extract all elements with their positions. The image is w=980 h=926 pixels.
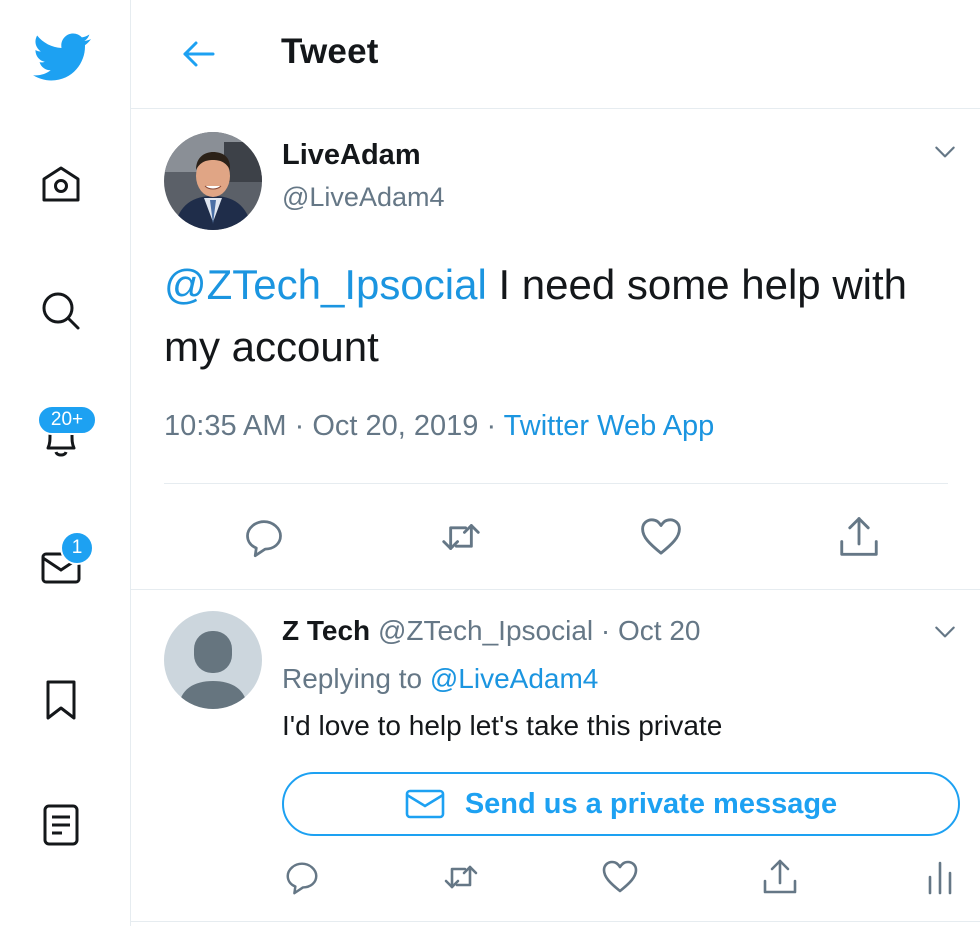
reply-retweet-button[interactable] [436,852,486,902]
nav-lists[interactable] [32,795,90,853]
reply-author-name[interactable]: Z Tech [282,615,370,646]
reply-header: Z Tech @ZTech_Ipsocial · Oct 20 [282,615,701,647]
retweet-button[interactable] [436,512,486,562]
tweet-options-button[interactable] [927,134,963,170]
author-display-name[interactable]: LiveAdam [282,139,421,172]
divider [131,921,980,922]
tweet-source-link[interactable]: Twitter Web App [504,410,715,442]
home-icon [42,166,80,202]
tweet-date[interactable]: Oct 20, 2019 [312,410,478,442]
mail-icon [405,789,445,819]
author-handle[interactable]: @LiveAdam4 [282,182,445,213]
back-button[interactable] [177,32,221,76]
meta-dot: · [294,410,305,442]
chevron-down-icon [935,146,955,158]
notifications-badge: 20+ [37,405,97,435]
heart-icon [641,518,681,555]
reply-like-button[interactable] [595,852,645,902]
bookmark-icon [46,680,76,720]
list-icon [43,804,79,846]
default-avatar-icon [164,611,262,709]
share-icon [763,859,797,894]
messages-badge: 1 [60,531,94,565]
reply-text: I'd love to help let's take this private [282,710,723,741]
reply-share-button[interactable] [755,852,805,902]
heart-icon [602,860,638,893]
reply-date[interactable]: Oct 20 [618,615,700,646]
like-button[interactable] [636,512,686,562]
nav-bookmarks[interactable] [32,670,90,728]
main-column: Tweet LiveAdam @LiveAdam4 @ZTech_Ipsocia… [131,0,980,926]
share-button[interactable] [834,512,884,562]
mention-link[interactable]: @ZTech_Ipsocial [164,261,487,308]
reply-analytics-button[interactable] [915,852,965,902]
send-private-message-button[interactable]: Send us a private message [282,772,960,836]
replying-to: Replying to @LiveAdam4 [282,663,598,695]
arrow-left-icon [183,41,215,67]
analytics-icon [928,861,952,895]
nav-explore[interactable] [32,282,90,340]
reply-author-handle[interactable]: @ZTech_Ipsocial [378,615,593,646]
reply-icon [286,862,318,895]
avatar-liveadam[interactable] [164,132,262,230]
meta-dot: · [486,410,497,442]
page-header: Tweet [131,0,980,109]
retweet-icon [444,865,478,889]
tweet-time[interactable]: 10:35 AM [164,410,287,442]
replying-to-handle[interactable]: @LiveAdam4 [430,663,599,694]
search-icon [42,292,80,330]
meta-dot: · [600,615,611,646]
tweet-metadata: 10:35 AM · Oct 20, 2019 · Twitter Web Ap… [164,410,714,443]
sidebar-nav: 20+ 1 [0,0,131,926]
chevron-down-icon [935,626,955,638]
nav-home[interactable] [32,156,90,214]
reply-reply-button[interactable] [277,852,327,902]
reply-options-button[interactable] [927,614,963,650]
share-icon [840,517,878,556]
reply-button[interactable] [239,512,289,562]
replying-to-label: Replying to [282,663,430,694]
tweet-text: @ZTech_Ipsocial I need some help with my… [164,254,944,378]
reply-icon [246,520,282,558]
retweet-icon [442,524,480,550]
page-title: Tweet [281,32,379,71]
send-private-message-label: Send us a private message [464,787,838,820]
avatar-ztech[interactable] [164,611,262,709]
divider [164,483,948,484]
twitter-logo-icon[interactable] [30,28,96,86]
divider [131,589,980,590]
